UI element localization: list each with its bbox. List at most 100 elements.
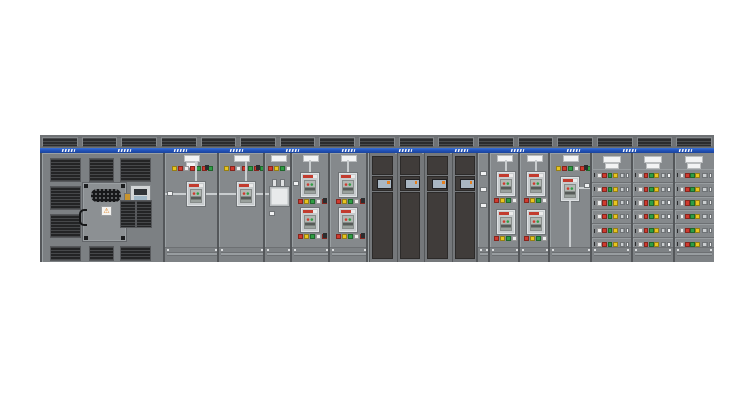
door-handle[interactable] (79, 209, 87, 226)
reset-button[interactable] (594, 173, 595, 177)
withdrawable-unit[interactable] (269, 186, 290, 207)
reset-button[interactable] (677, 201, 678, 205)
air-circuit-breaker[interactable] (300, 172, 320, 198)
indicator-light (680, 173, 685, 178)
hmi-panel[interactable] (455, 176, 476, 191)
mcc-drawer[interactable] (675, 224, 714, 238)
air-circuit-breaker[interactable] (338, 207, 358, 233)
drawer-handle[interactable] (620, 187, 625, 192)
air-circuit-breaker[interactable] (236, 181, 256, 207)
mcc-drawer[interactable] (592, 169, 631, 183)
mimic-tag (269, 211, 275, 216)
hmi-button[interactable] (470, 181, 473, 184)
reset-button[interactable] (594, 201, 595, 205)
air-circuit-breaker[interactable] (496, 171, 516, 197)
cabinet-door[interactable] (455, 156, 476, 175)
indicator-light (354, 234, 359, 239)
reset-button[interactable] (594, 229, 595, 233)
drawer-handle[interactable] (702, 200, 707, 205)
drawer-handle[interactable] (620, 214, 625, 219)
control-switch[interactable] (205, 165, 209, 170)
hmi-button[interactable] (415, 181, 418, 184)
hmi-panel[interactable] (400, 176, 421, 191)
door-latch[interactable] (121, 184, 125, 188)
control-switch[interactable] (361, 198, 365, 203)
reset-button[interactable] (635, 173, 636, 177)
nameplate (303, 155, 319, 162)
mcc-drawer[interactable] (633, 183, 672, 197)
cabinet-door[interactable] (400, 156, 421, 175)
drive-cabinet (369, 153, 395, 262)
drawer-handle[interactable] (661, 228, 666, 233)
mcc-drawer[interactable] (592, 224, 631, 238)
mcc-drawer[interactable] (633, 224, 672, 238)
control-switch[interactable] (323, 198, 327, 203)
reset-button[interactable] (635, 215, 636, 219)
control-switch[interactable] (584, 165, 588, 170)
air-circuit-breaker[interactable] (526, 209, 546, 235)
hmi-panel[interactable] (427, 176, 448, 191)
drawer-handle[interactable] (661, 214, 666, 219)
drawer-handle[interactable] (661, 200, 666, 205)
mcc-drawer[interactable] (633, 210, 672, 224)
drawer-handle[interactable] (661, 173, 666, 178)
mcc-drawer[interactable] (675, 183, 714, 197)
reset-button[interactable] (594, 242, 595, 246)
mcc-drawer-stack (592, 169, 631, 252)
reset-button[interactable] (677, 173, 678, 177)
drawer-handle[interactable] (702, 228, 707, 233)
indicator-light-row (597, 200, 618, 205)
brand-logo (567, 149, 581, 152)
hmi-panel[interactable] (372, 176, 393, 191)
mcc-drawer[interactable] (592, 197, 631, 211)
drawer-handle[interactable] (661, 187, 666, 192)
reset-button[interactable] (677, 215, 678, 219)
mcc-drawer[interactable] (592, 210, 631, 224)
door-latch[interactable] (121, 236, 125, 240)
drawer-handle[interactable] (702, 187, 707, 192)
drawer-handle[interactable] (620, 173, 625, 178)
cabinet-door[interactable] (427, 192, 448, 259)
reset-button[interactable] (635, 201, 636, 205)
drawer-handle[interactable] (702, 173, 707, 178)
hmi-button[interactable] (387, 181, 390, 184)
control-switch[interactable] (323, 233, 327, 238)
mcc-drawer[interactable] (633, 169, 672, 183)
reset-button[interactable] (677, 242, 678, 246)
reset-button[interactable] (677, 187, 678, 191)
air-circuit-breaker[interactable] (338, 172, 358, 198)
cabinet-door[interactable] (400, 192, 421, 259)
door-latch[interactable] (84, 236, 88, 240)
cabinet-door[interactable] (372, 156, 393, 175)
indicator-light (654, 200, 659, 205)
reset-button[interactable] (677, 229, 678, 233)
mcc-drawer[interactable] (675, 210, 714, 224)
mcc-drawer[interactable] (675, 197, 714, 211)
test-connector-block[interactable] (91, 189, 121, 202)
cabinet-door[interactable] (372, 192, 393, 259)
drawer-handle[interactable] (620, 228, 625, 233)
reset-button[interactable] (635, 187, 636, 191)
mcc-drawer[interactable] (675, 169, 714, 183)
indicator-light (654, 214, 659, 219)
air-circuit-breaker[interactable] (300, 207, 320, 233)
door-latch[interactable] (84, 184, 88, 188)
drawer-handle[interactable] (620, 200, 625, 205)
reset-button[interactable] (594, 215, 595, 219)
cabinet-door[interactable] (455, 192, 476, 259)
cabinet-door[interactable] (427, 156, 448, 175)
reset-button[interactable] (594, 187, 595, 191)
control-switch[interactable] (256, 165, 260, 170)
drawer-handle[interactable] (702, 214, 707, 219)
mcc-drawer[interactable] (633, 197, 672, 211)
reset-button[interactable] (635, 229, 636, 233)
hmi-button[interactable] (442, 181, 445, 184)
mcc-drawer[interactable] (592, 183, 631, 197)
air-circuit-breaker[interactable] (526, 171, 546, 197)
vent-grille (319, 137, 355, 147)
air-circuit-breaker[interactable] (560, 176, 580, 202)
air-circuit-breaker[interactable] (496, 209, 516, 235)
reset-button[interactable] (635, 242, 636, 246)
control-switch[interactable] (361, 233, 365, 238)
air-circuit-breaker[interactable] (186, 181, 206, 207)
